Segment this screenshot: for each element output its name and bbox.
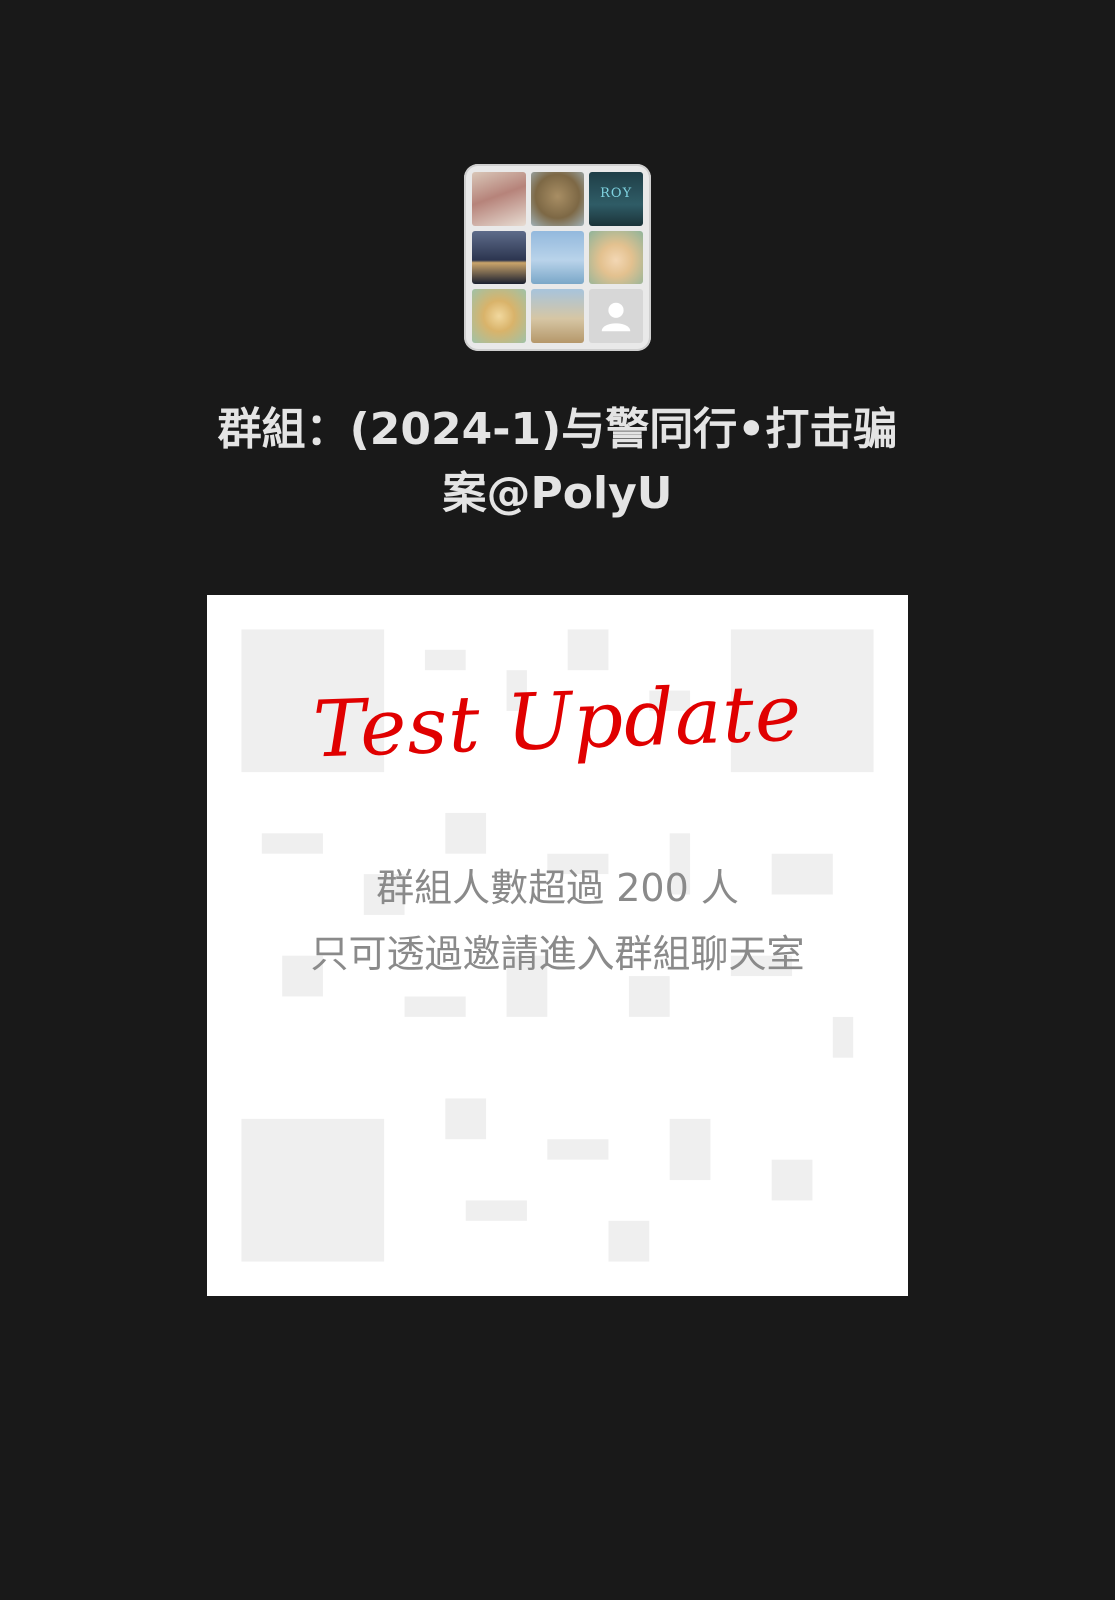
person-icon <box>601 302 631 332</box>
member-avatar-6 <box>589 230 643 285</box>
group-title: 群組：(2024-1)与警同行•打击骗 案@PolyU <box>190 398 925 526</box>
default-avatar <box>589 289 643 343</box>
group-full-notice: 群組人數超過 200 人 只可透過邀請進入群組聊天室 <box>207 855 908 987</box>
notice-line-1: 群組人數超過 200 人 <box>376 866 739 910</box>
member-avatar-5 <box>530 230 585 285</box>
avatar-text: ROY <box>600 186 633 201</box>
notice-line-2: 只可透過邀請進入群組聊天室 <box>310 932 805 976</box>
member-avatar-2 <box>530 172 585 226</box>
group-avatar: ROY <box>464 164 651 351</box>
member-avatar-7 <box>472 289 526 343</box>
group-title-line-2: 案@PolyU <box>442 468 673 519</box>
member-avatar-1 <box>472 172 526 226</box>
member-avatar-4 <box>472 230 526 285</box>
qr-code-card: Test Update 群組人數超過 200 人 只可透過邀請進入群組聊天室 <box>207 595 908 1296</box>
member-avatar-8 <box>530 289 585 343</box>
member-avatar-3: ROY <box>589 172 643 226</box>
group-qr-screen: ROY 群組：(2024-1)与警同行•打击骗 案@PolyU Test Upd… <box>0 0 1115 1600</box>
group-title-line-1: 群組：(2024-1)与警同行•打击骗 <box>217 404 898 455</box>
